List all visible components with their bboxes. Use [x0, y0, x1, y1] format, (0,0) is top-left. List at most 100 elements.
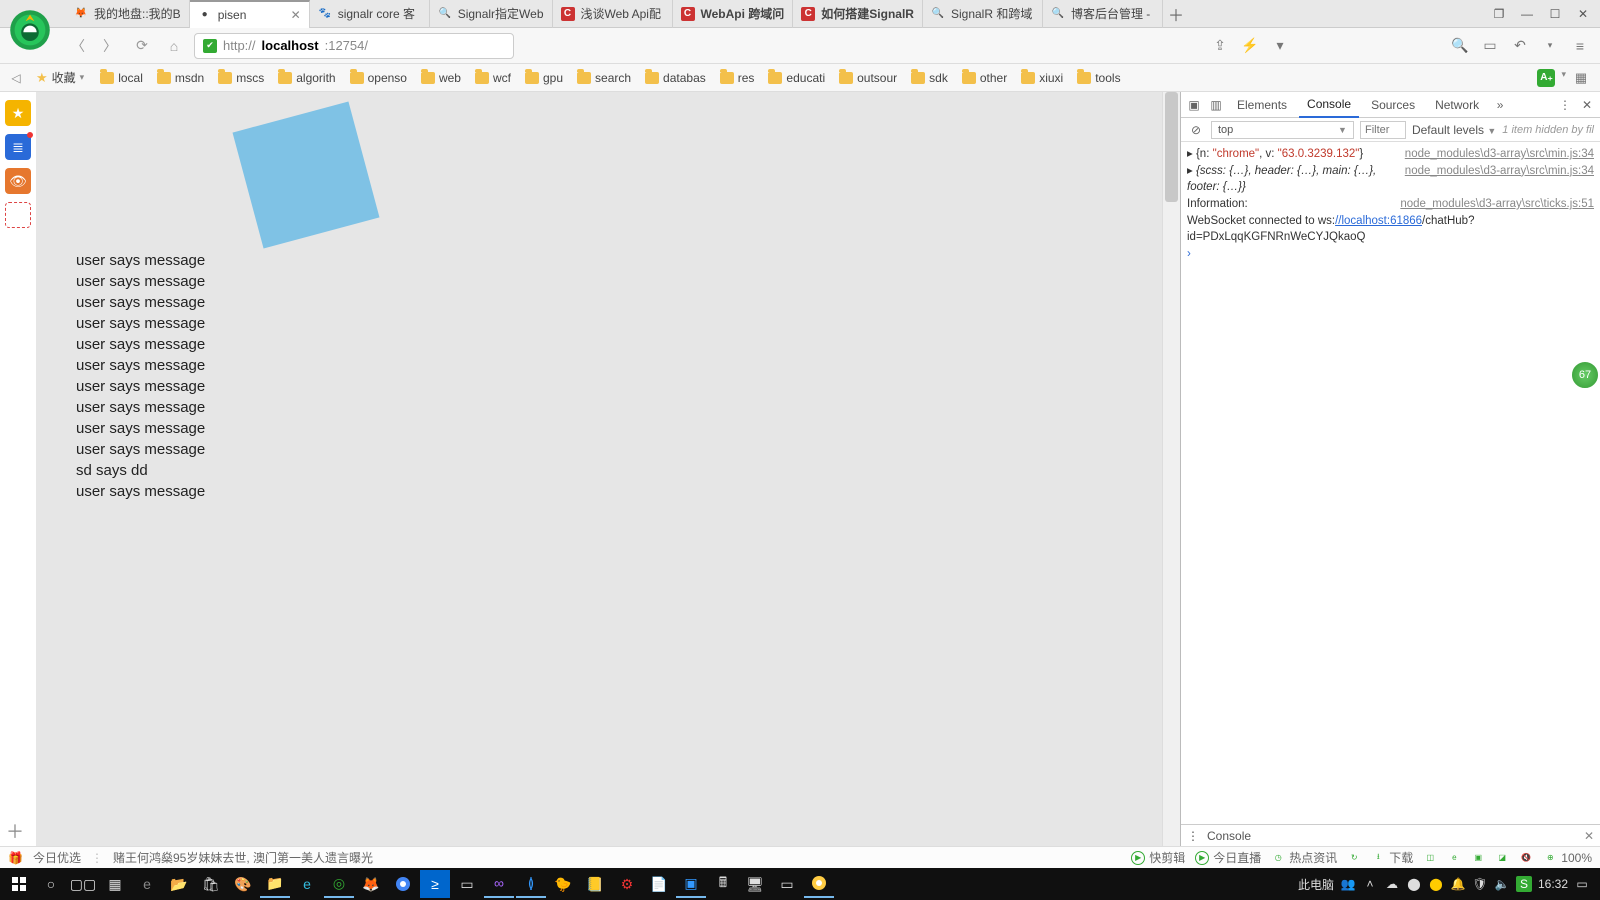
devtools-drawer-menu-icon[interactable]: ⋮ — [1187, 829, 1199, 843]
status-action[interactable]: ◷热点资讯 — [1271, 849, 1337, 866]
dock-favorite-icon[interactable]: ★ — [5, 100, 31, 126]
tray-shield-icon[interactable]: 🛡 — [1472, 876, 1488, 892]
bookmark-folder[interactable]: other — [956, 67, 1013, 89]
taskbar-app[interactable]: ⚙ — [612, 870, 642, 898]
taskbar-app[interactable]: ▭ — [772, 870, 802, 898]
status-action[interactable]: ⊕100% — [1543, 851, 1592, 865]
bookmark-folder[interactable]: openso — [344, 67, 413, 89]
bookmark-favorites[interactable]: ★收藏 ▾ — [30, 67, 90, 89]
browser-tab[interactable]: 🐾signalr core 客 — [310, 0, 430, 28]
url-input[interactable]: ✔ http://localhost:12754/ — [194, 33, 514, 59]
taskbar-app[interactable]: 🛍 — [196, 870, 226, 898]
taskbar-cortana-icon[interactable]: ○ — [36, 870, 66, 898]
share-icon[interactable]: ⇪ — [1210, 36, 1230, 56]
bookmark-folder[interactable]: tools — [1071, 67, 1126, 89]
window-clone-icon[interactable]: ❐ — [1486, 4, 1512, 24]
taskbar-app[interactable]: 🖥 — [740, 870, 770, 898]
bookmark-folder[interactable]: local — [94, 67, 149, 89]
taskbar-app[interactable]: e — [132, 870, 162, 898]
taskbar-app[interactable]: ∞ — [484, 870, 514, 898]
tray-label[interactable]: 此电脑 — [1298, 876, 1334, 893]
taskbar-app[interactable]: ≬ — [516, 870, 546, 898]
undo-menu-icon[interactable]: ▾ — [1540, 36, 1560, 56]
bookmark-folder[interactable]: web — [415, 67, 467, 89]
browser-tab[interactable]: CWebApi 跨域问 — [673, 0, 794, 28]
dock-news-icon[interactable]: ≣ — [5, 134, 31, 160]
window-close-icon[interactable]: ✕ — [1570, 4, 1596, 24]
devtools-menu-icon[interactable]: ⋮ — [1556, 96, 1574, 114]
bookmark-folder[interactable]: xiuxi — [1015, 67, 1069, 89]
bookmarks-scroll-left-icon[interactable]: ◁ — [6, 71, 26, 85]
viewport-new-tab-button[interactable]: ＋ — [6, 818, 24, 844]
tab-close-icon[interactable]: ✕ — [291, 8, 301, 22]
status-gift-icon[interactable]: 🎁 — [8, 851, 23, 865]
taskbar-app[interactable]: ◎ — [324, 870, 354, 898]
dock-mail-icon[interactable]: @ — [5, 202, 31, 228]
inspect-element-icon[interactable]: ▣ — [1185, 96, 1203, 114]
browser-tab[interactable]: 🔍博客后台管理 - — [1043, 0, 1163, 28]
console-context-select[interactable]: top▼ — [1211, 121, 1354, 139]
tray-cloud-icon[interactable]: ☁ — [1384, 876, 1400, 892]
search-icon[interactable]: 🔍 — [1450, 36, 1470, 56]
bookmark-folder[interactable]: gpu — [519, 67, 569, 89]
status-action[interactable]: ◫ — [1423, 851, 1437, 865]
status-action[interactable]: ◪ — [1495, 851, 1509, 865]
new-tab-button[interactable]: ＋ — [1163, 2, 1189, 26]
console-source-link[interactable]: node_modules\d3-array\src\min.js:34 — [1405, 163, 1594, 180]
status-news-ticker[interactable]: 赌王何鸿燊95岁妹妹去世, 澳门第一美人遗言曝光 — [113, 849, 373, 866]
status-action[interactable]: ⭳下载 — [1371, 849, 1413, 866]
bookmark-folder[interactable]: databas — [639, 67, 712, 89]
translate-icon[interactable]: A₊ — [1537, 69, 1555, 87]
window-minimize-icon[interactable]: — — [1514, 4, 1540, 24]
nav-back-icon[interactable]: 〈 — [66, 34, 90, 58]
translate-menu-icon[interactable]: ▾ — [1561, 69, 1566, 87]
status-action[interactable]: ▶今日直播 — [1195, 849, 1261, 866]
console-clear-icon[interactable]: ⊘ — [1187, 121, 1205, 139]
bookmark-folder[interactable]: wcf — [469, 67, 517, 89]
devtools-drawer-close-icon[interactable]: ✕ — [1584, 829, 1594, 843]
taskbar-app[interactable]: 📂 — [164, 870, 194, 898]
taskbar-app[interactable] — [388, 870, 418, 898]
start-button[interactable] — [4, 870, 34, 898]
tray-volume-icon[interactable]: 🔈 — [1494, 876, 1510, 892]
devtools-tab-sources[interactable]: Sources — [1363, 92, 1423, 118]
tray-bell-icon[interactable]: 🔔 — [1450, 876, 1466, 892]
page-scrollbar[interactable] — [1162, 92, 1180, 846]
taskbar-app[interactable]: ▦ — [100, 870, 130, 898]
speed-icon[interactable]: ⚡ — [1240, 36, 1260, 56]
devtools-tab-elements[interactable]: Elements — [1229, 92, 1295, 118]
bookmark-folder[interactable]: search — [571, 67, 637, 89]
console-level-select[interactable]: Default levels ▼ — [1412, 123, 1496, 137]
browser-tab[interactable]: 🔍Signalr指定Web — [430, 0, 553, 28]
taskbar-app[interactable]: 🦊 — [356, 870, 386, 898]
bookmark-folder[interactable]: sdk — [905, 67, 954, 89]
status-today-label[interactable]: 今日优选 — [33, 849, 81, 866]
tray-people-icon[interactable]: 👥 — [1340, 876, 1356, 892]
taskbar-app[interactable] — [804, 870, 834, 898]
taskbar-app[interactable]: 📁 — [260, 870, 290, 898]
bookmark-folder[interactable]: algorith — [272, 67, 341, 89]
dock-weibo-icon[interactable]: 👁 — [5, 168, 31, 194]
taskbar-app[interactable]: e — [292, 870, 322, 898]
nav-reload-icon[interactable]: ⟳ — [130, 34, 154, 58]
devtools-drawer-tab-console[interactable]: Console — [1207, 829, 1251, 843]
tray-clock[interactable]: 16:32 — [1538, 877, 1568, 891]
window-maximize-icon[interactable]: ☐ — [1542, 4, 1568, 24]
browser-tab[interactable]: C浅谈Web Api配 — [553, 0, 673, 28]
device-toolbar-icon[interactable]: ▥ — [1207, 96, 1225, 114]
console-link[interactable]: //localhost:61866 — [1335, 215, 1422, 227]
status-action[interactable]: 🔇 — [1519, 851, 1533, 865]
taskbar-app[interactable]: 🐤 — [548, 870, 578, 898]
taskbar-app[interactable]: 🖩 — [708, 870, 738, 898]
tray-notifications-icon[interactable]: ▭ — [1574, 876, 1590, 892]
device-icon[interactable]: ▭ — [1480, 36, 1500, 56]
status-action[interactable]: ▣ — [1471, 851, 1485, 865]
status-action[interactable]: ▶快剪辑 — [1131, 849, 1185, 866]
taskbar-app[interactable]: ▭ — [452, 870, 482, 898]
bookmark-folder[interactable]: mscs — [212, 67, 270, 89]
main-menu-icon[interactable]: ≡ — [1570, 36, 1590, 56]
devtools-more-tabs-icon[interactable]: » — [1491, 96, 1509, 114]
tray-overflow-icon[interactable]: ˄ — [1362, 876, 1378, 892]
bookmark-folder[interactable]: educati — [762, 67, 831, 89]
devtools-tab-network[interactable]: Network — [1427, 92, 1487, 118]
